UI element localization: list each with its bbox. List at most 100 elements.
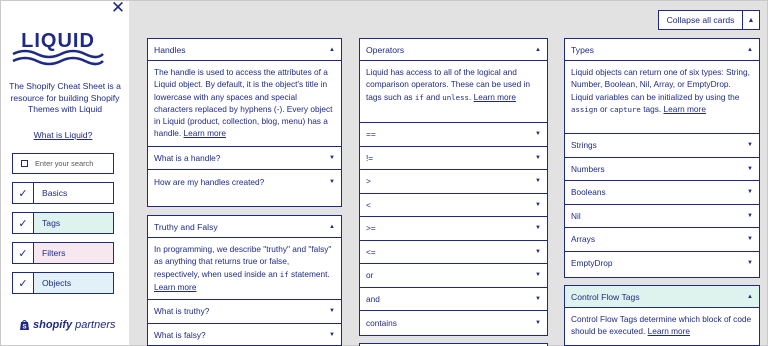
card-title: Handles	[154, 44, 186, 55]
checkmark-icon[interactable]: ✓	[13, 273, 34, 293]
learn-more-link[interactable]: Learn more	[648, 326, 690, 336]
chevron-down-icon[interactable]: ▼	[535, 131, 541, 137]
description-text: The handle is used to access the attribu…	[154, 67, 333, 139]
row-label: !=	[366, 152, 374, 163]
chevron-down-icon[interactable]: ▼	[535, 249, 541, 255]
accordion-row[interactable]: How are my handles created? ▼	[148, 170, 341, 194]
checkmark-icon[interactable]: ✓	[13, 213, 34, 233]
chevron-up-icon[interactable]: ▲	[747, 47, 753, 53]
row-label: >	[366, 176, 371, 187]
checkmark-icon[interactable]: ✓	[13, 243, 34, 263]
chevron-down-icon[interactable]: ▼	[747, 142, 753, 148]
accordion-row[interactable]: < ▼	[360, 194, 547, 217]
category-tags[interactable]: ✓ Tags	[12, 212, 114, 234]
chevron-up-icon[interactable]: ▲	[743, 10, 760, 30]
accordion-row[interactable]: Numbers ▼	[565, 158, 759, 181]
chevron-down-icon[interactable]: ▼	[329, 332, 335, 338]
category-objects[interactable]: ✓ Objects	[12, 272, 114, 294]
accordion-row[interactable]: == ▼	[360, 123, 547, 147]
card-control-flow-tags: Control Flow Tags ▲ Control Flow Tags de…	[564, 285, 760, 346]
collapse-all-button[interactable]: Collapse all cards	[658, 10, 743, 30]
accordion-row[interactable]: Nil ▼	[565, 205, 759, 228]
chevron-down-icon[interactable]: ▼	[535, 272, 541, 278]
chevron-down-icon[interactable]: ▼	[535, 178, 541, 184]
card-header[interactable]: Truthy and Falsy ▲	[148, 216, 341, 238]
chevron-down-icon[interactable]: ▼	[535, 225, 541, 231]
close-icon[interactable]: ✕	[110, 0, 126, 17]
card-description: Liquid objects can return one of six typ…	[565, 61, 759, 134]
row-label: <=	[366, 246, 376, 257]
chevron-down-icon[interactable]: ▼	[747, 213, 753, 219]
chevron-up-icon[interactable]: ▲	[329, 224, 335, 230]
liquid-logo: LIQUID	[12, 30, 104, 66]
learn-more-link[interactable]: Learn more	[664, 104, 706, 114]
accordion-row[interactable]: What is a handle? ▼	[148, 147, 341, 171]
chevron-down-icon[interactable]: ▼	[747, 260, 753, 266]
row-label: ==	[366, 129, 376, 140]
chevron-down-icon[interactable]: ▼	[329, 179, 335, 185]
card-header[interactable]: Operators ▲	[360, 39, 547, 61]
what-is-liquid-link[interactable]: What is Liquid?	[1, 130, 125, 140]
card-description: Liquid has access to all of the logical …	[360, 61, 547, 123]
category-label: Objects	[42, 278, 72, 288]
row-label: What is a handle?	[154, 153, 221, 164]
card-header[interactable]: Handles ▲	[148, 39, 341, 61]
category-basics[interactable]: ✓ Basics	[12, 182, 114, 204]
accordion-row[interactable]: Strings ▼	[565, 134, 759, 158]
accordion-row[interactable]: or ▼	[360, 264, 547, 288]
description-text: or	[600, 103, 608, 114]
learn-more-link[interactable]: Learn more	[474, 92, 516, 102]
card-description: The handle is used to access the attribu…	[148, 61, 341, 147]
description-text: tags.	[643, 103, 662, 114]
chevron-down-icon[interactable]: ▼	[747, 166, 753, 172]
description-text: statement.	[290, 268, 330, 279]
card-header[interactable]: Types ▲	[565, 39, 759, 61]
accordion-row[interactable]: What is falsy? ▼	[148, 324, 341, 346]
accordion-row[interactable]: Arrays ▼	[565, 228, 759, 252]
row-label: contains	[366, 317, 397, 328]
row-label: Strings	[571, 140, 597, 151]
card-header[interactable]: Control Flow Tags ▲	[565, 286, 759, 308]
accordion-row[interactable]: != ▼	[360, 147, 547, 170]
accordion-row[interactable]: and ▼	[360, 288, 547, 311]
chevron-down-icon[interactable]: ▼	[535, 320, 541, 326]
row-label: Booleans	[571, 187, 606, 198]
chevron-up-icon[interactable]: ▲	[535, 47, 541, 53]
card-title: Control Flow Tags	[571, 291, 640, 302]
accordion-row[interactable]: What is truthy? ▼	[148, 300, 341, 324]
chevron-down-icon[interactable]: ▼	[535, 155, 541, 161]
search-box[interactable]	[12, 153, 114, 174]
shopify-partners-logo[interactable]: S shopify partners	[19, 319, 115, 331]
row-label: <	[366, 199, 371, 210]
accordion-row[interactable]: >= ▼	[360, 217, 547, 241]
chevron-down-icon[interactable]: ▼	[329, 155, 335, 161]
svg-text:LIQUID: LIQUID	[21, 30, 95, 52]
accordion-row[interactable]: <= ▼	[360, 241, 547, 264]
checkmark-icon[interactable]: ✓	[13, 183, 34, 203]
svg-text:S: S	[22, 325, 26, 331]
card-handles: Handles ▲ The handle is used to access t…	[147, 38, 342, 207]
accordion-row[interactable]: Booleans ▼	[565, 181, 759, 205]
code-snippet: if	[279, 269, 289, 279]
chevron-down-icon[interactable]: ▼	[535, 202, 541, 208]
code-snippet: unless	[442, 92, 469, 102]
accordion-row[interactable]: EmptyDrop ▼	[565, 252, 759, 276]
learn-more-link[interactable]: Learn more	[154, 282, 196, 292]
chevron-down-icon[interactable]: ▼	[747, 189, 753, 195]
category-filters[interactable]: ✓ Filters	[12, 242, 114, 264]
chevron-down-icon[interactable]: ▼	[329, 308, 335, 314]
chevron-down-icon[interactable]: ▼	[747, 236, 753, 242]
code-snippet: assign	[571, 104, 598, 114]
chevron-up-icon[interactable]: ▲	[329, 47, 335, 53]
search-input[interactable]	[35, 159, 111, 168]
card-description: In programming, we describe "truthy" and…	[148, 238, 341, 301]
chevron-down-icon[interactable]: ▼	[535, 296, 541, 302]
chevron-up-icon[interactable]: ▲	[747, 294, 753, 300]
sidebar: ✕ LIQUID The Shopify Cheat Sheet is a re…	[1, 0, 129, 345]
category-label: Tags	[42, 218, 61, 228]
code-snippet: if	[414, 92, 424, 102]
card-title: Operators	[366, 44, 405, 55]
accordion-row[interactable]: contains ▼	[360, 311, 547, 335]
accordion-row[interactable]: > ▼	[360, 170, 547, 194]
learn-more-link[interactable]: Learn more	[184, 128, 226, 138]
